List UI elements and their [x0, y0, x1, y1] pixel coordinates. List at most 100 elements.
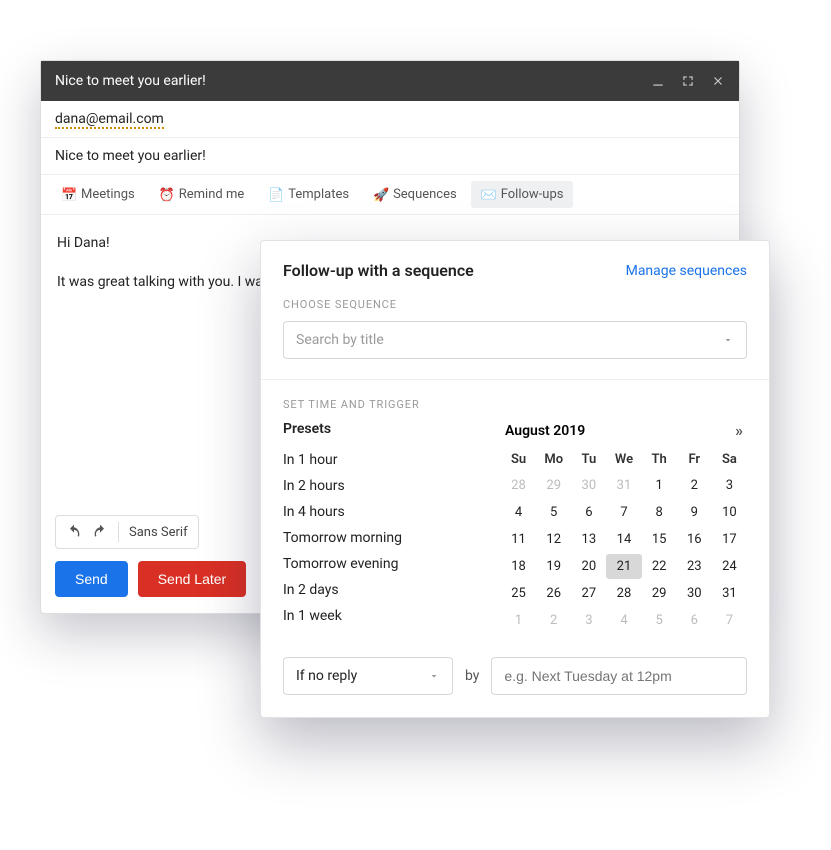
- calendar-header: August 2019 »: [501, 421, 747, 440]
- document-icon: 📄: [268, 188, 282, 202]
- calendar: August 2019 » SuMoTuWeThFrSa282930311234…: [501, 421, 747, 633]
- subject-field[interactable]: Nice to meet you earlier!: [55, 148, 206, 164]
- calendar-dow: We: [606, 448, 641, 471]
- tab-followups-label: Follow-ups: [501, 187, 564, 202]
- calendar-day[interactable]: 4: [501, 500, 536, 525]
- format-toolbar: Sans Serif: [55, 515, 199, 549]
- calendar-day[interactable]: 31: [606, 473, 641, 498]
- titlebar: Nice to meet you earlier!: [41, 61, 739, 101]
- preset-item[interactable]: Tomorrow morning: [283, 525, 473, 551]
- send-button[interactable]: Send: [55, 561, 128, 597]
- calendar-day[interactable]: 31: [712, 581, 747, 606]
- calendar-grid: SuMoTuWeThFrSa28293031123456789101112131…: [501, 448, 747, 633]
- trigger-row: If no reply by: [283, 657, 747, 695]
- window-controls: [651, 74, 725, 88]
- calendar-day[interactable]: 30: [571, 473, 606, 498]
- calendar-next[interactable]: »: [735, 421, 743, 440]
- choose-sequence-label: CHOOSE SEQUENCE: [283, 298, 747, 311]
- tab-sequences[interactable]: 🚀 Sequences: [363, 181, 467, 208]
- send-later-button[interactable]: Send Later: [138, 561, 247, 597]
- calendar-day[interactable]: 27: [571, 581, 606, 606]
- calendar-day[interactable]: 7: [712, 608, 747, 633]
- calendar-day[interactable]: 16: [677, 527, 712, 552]
- calendar-day[interactable]: 8: [642, 500, 677, 525]
- tab-meetings-label: Meetings: [81, 187, 135, 202]
- calendar-day[interactable]: 3: [712, 473, 747, 498]
- calendar-day[interactable]: 3: [571, 608, 606, 633]
- calendar-day[interactable]: 22: [642, 554, 677, 579]
- calendar-day[interactable]: 2: [536, 608, 571, 633]
- calendar-day[interactable]: 5: [536, 500, 571, 525]
- tab-templates[interactable]: 📄 Templates: [258, 181, 359, 208]
- trigger-condition-value: If no reply: [296, 668, 357, 684]
- preset-item[interactable]: In 2 days: [283, 577, 473, 603]
- calendar-day[interactable]: 28: [501, 473, 536, 498]
- calendar-day[interactable]: 23: [677, 554, 712, 579]
- calendar-day[interactable]: 28: [606, 581, 641, 606]
- calendar-day[interactable]: 11: [501, 527, 536, 552]
- tab-followups[interactable]: ✉️ Follow-ups: [471, 181, 574, 208]
- trigger-time-input[interactable]: [491, 657, 747, 695]
- preset-item[interactable]: In 4 hours: [283, 499, 473, 525]
- minimize-icon[interactable]: [651, 74, 665, 88]
- presets-column: Presets In 1 hourIn 2 hoursIn 4 hoursTom…: [283, 421, 473, 633]
- calendar-dow: Sa: [712, 448, 747, 471]
- calendar-day[interactable]: 26: [536, 581, 571, 606]
- calendar-day[interactable]: 24: [712, 554, 747, 579]
- calendar-day[interactable]: 13: [571, 527, 606, 552]
- tab-meetings[interactable]: 📅 Meetings: [51, 181, 145, 208]
- preset-item[interactable]: In 1 week: [283, 603, 473, 629]
- trigger-condition-select[interactable]: If no reply: [283, 657, 453, 695]
- tab-remind-label: Remind me: [179, 187, 245, 202]
- calendar-day[interactable]: 29: [642, 581, 677, 606]
- manage-sequences-link[interactable]: Manage sequences: [626, 263, 747, 279]
- window-title: Nice to meet you earlier!: [55, 73, 206, 89]
- undo-icon[interactable]: [66, 524, 82, 540]
- calendar-day[interactable]: 1: [501, 608, 536, 633]
- calendar-day[interactable]: 17: [712, 527, 747, 552]
- calendar-day[interactable]: 25: [501, 581, 536, 606]
- calendar-day[interactable]: 7: [606, 500, 641, 525]
- calendar-day[interactable]: 9: [677, 500, 712, 525]
- calendar-day[interactable]: 10: [712, 500, 747, 525]
- to-row[interactable]: dana@email.com: [41, 101, 739, 138]
- calendar-dow: Th: [642, 448, 677, 471]
- popover-header: Follow-up with a sequence Manage sequenc…: [283, 261, 747, 280]
- calendar-day[interactable]: 15: [642, 527, 677, 552]
- calendar-day[interactable]: 19: [536, 554, 571, 579]
- calendar-day[interactable]: 1: [642, 473, 677, 498]
- compose-tabs: 📅 Meetings ⏰ Remind me 📄 Templates 🚀 Seq…: [41, 175, 739, 215]
- calendar-day[interactable]: 20: [571, 554, 606, 579]
- set-time-label: SET TIME AND TRIGGER: [283, 398, 747, 411]
- calendar-day[interactable]: 6: [571, 500, 606, 525]
- envelope-icon: ✉️: [481, 188, 495, 202]
- sequence-search-placeholder: Search by title: [296, 332, 384, 348]
- subject-row[interactable]: Nice to meet you earlier!: [41, 138, 739, 175]
- calendar-dow: Fr: [677, 448, 712, 471]
- redo-icon[interactable]: [92, 524, 108, 540]
- font-select[interactable]: Sans Serif: [129, 525, 188, 540]
- to-field[interactable]: dana@email.com: [55, 111, 164, 127]
- calendar-day[interactable]: 6: [677, 608, 712, 633]
- divider: [261, 379, 769, 380]
- calendar-day[interactable]: 18: [501, 554, 536, 579]
- sequence-search[interactable]: Search by title: [283, 321, 747, 359]
- calendar-day[interactable]: 5: [642, 608, 677, 633]
- preset-item[interactable]: In 1 hour: [283, 447, 473, 473]
- expand-icon[interactable]: [681, 74, 695, 88]
- calendar-day[interactable]: 2: [677, 473, 712, 498]
- preset-item[interactable]: Tomorrow evening: [283, 551, 473, 577]
- calendar-day[interactable]: 21: [606, 554, 641, 579]
- calendar-day[interactable]: 4: [606, 608, 641, 633]
- calendar-day[interactable]: 30: [677, 581, 712, 606]
- by-label: by: [465, 668, 479, 684]
- calendar-icon: 📅: [61, 188, 75, 202]
- preset-item[interactable]: In 2 hours: [283, 473, 473, 499]
- calendar-day[interactable]: 12: [536, 527, 571, 552]
- popover-title: Follow-up with a sequence: [283, 261, 474, 280]
- calendar-day[interactable]: 29: [536, 473, 571, 498]
- tab-remind[interactable]: ⏰ Remind me: [149, 181, 255, 208]
- calendar-day[interactable]: 14: [606, 527, 641, 552]
- tab-sequences-label: Sequences: [393, 187, 457, 202]
- close-icon[interactable]: [711, 74, 725, 88]
